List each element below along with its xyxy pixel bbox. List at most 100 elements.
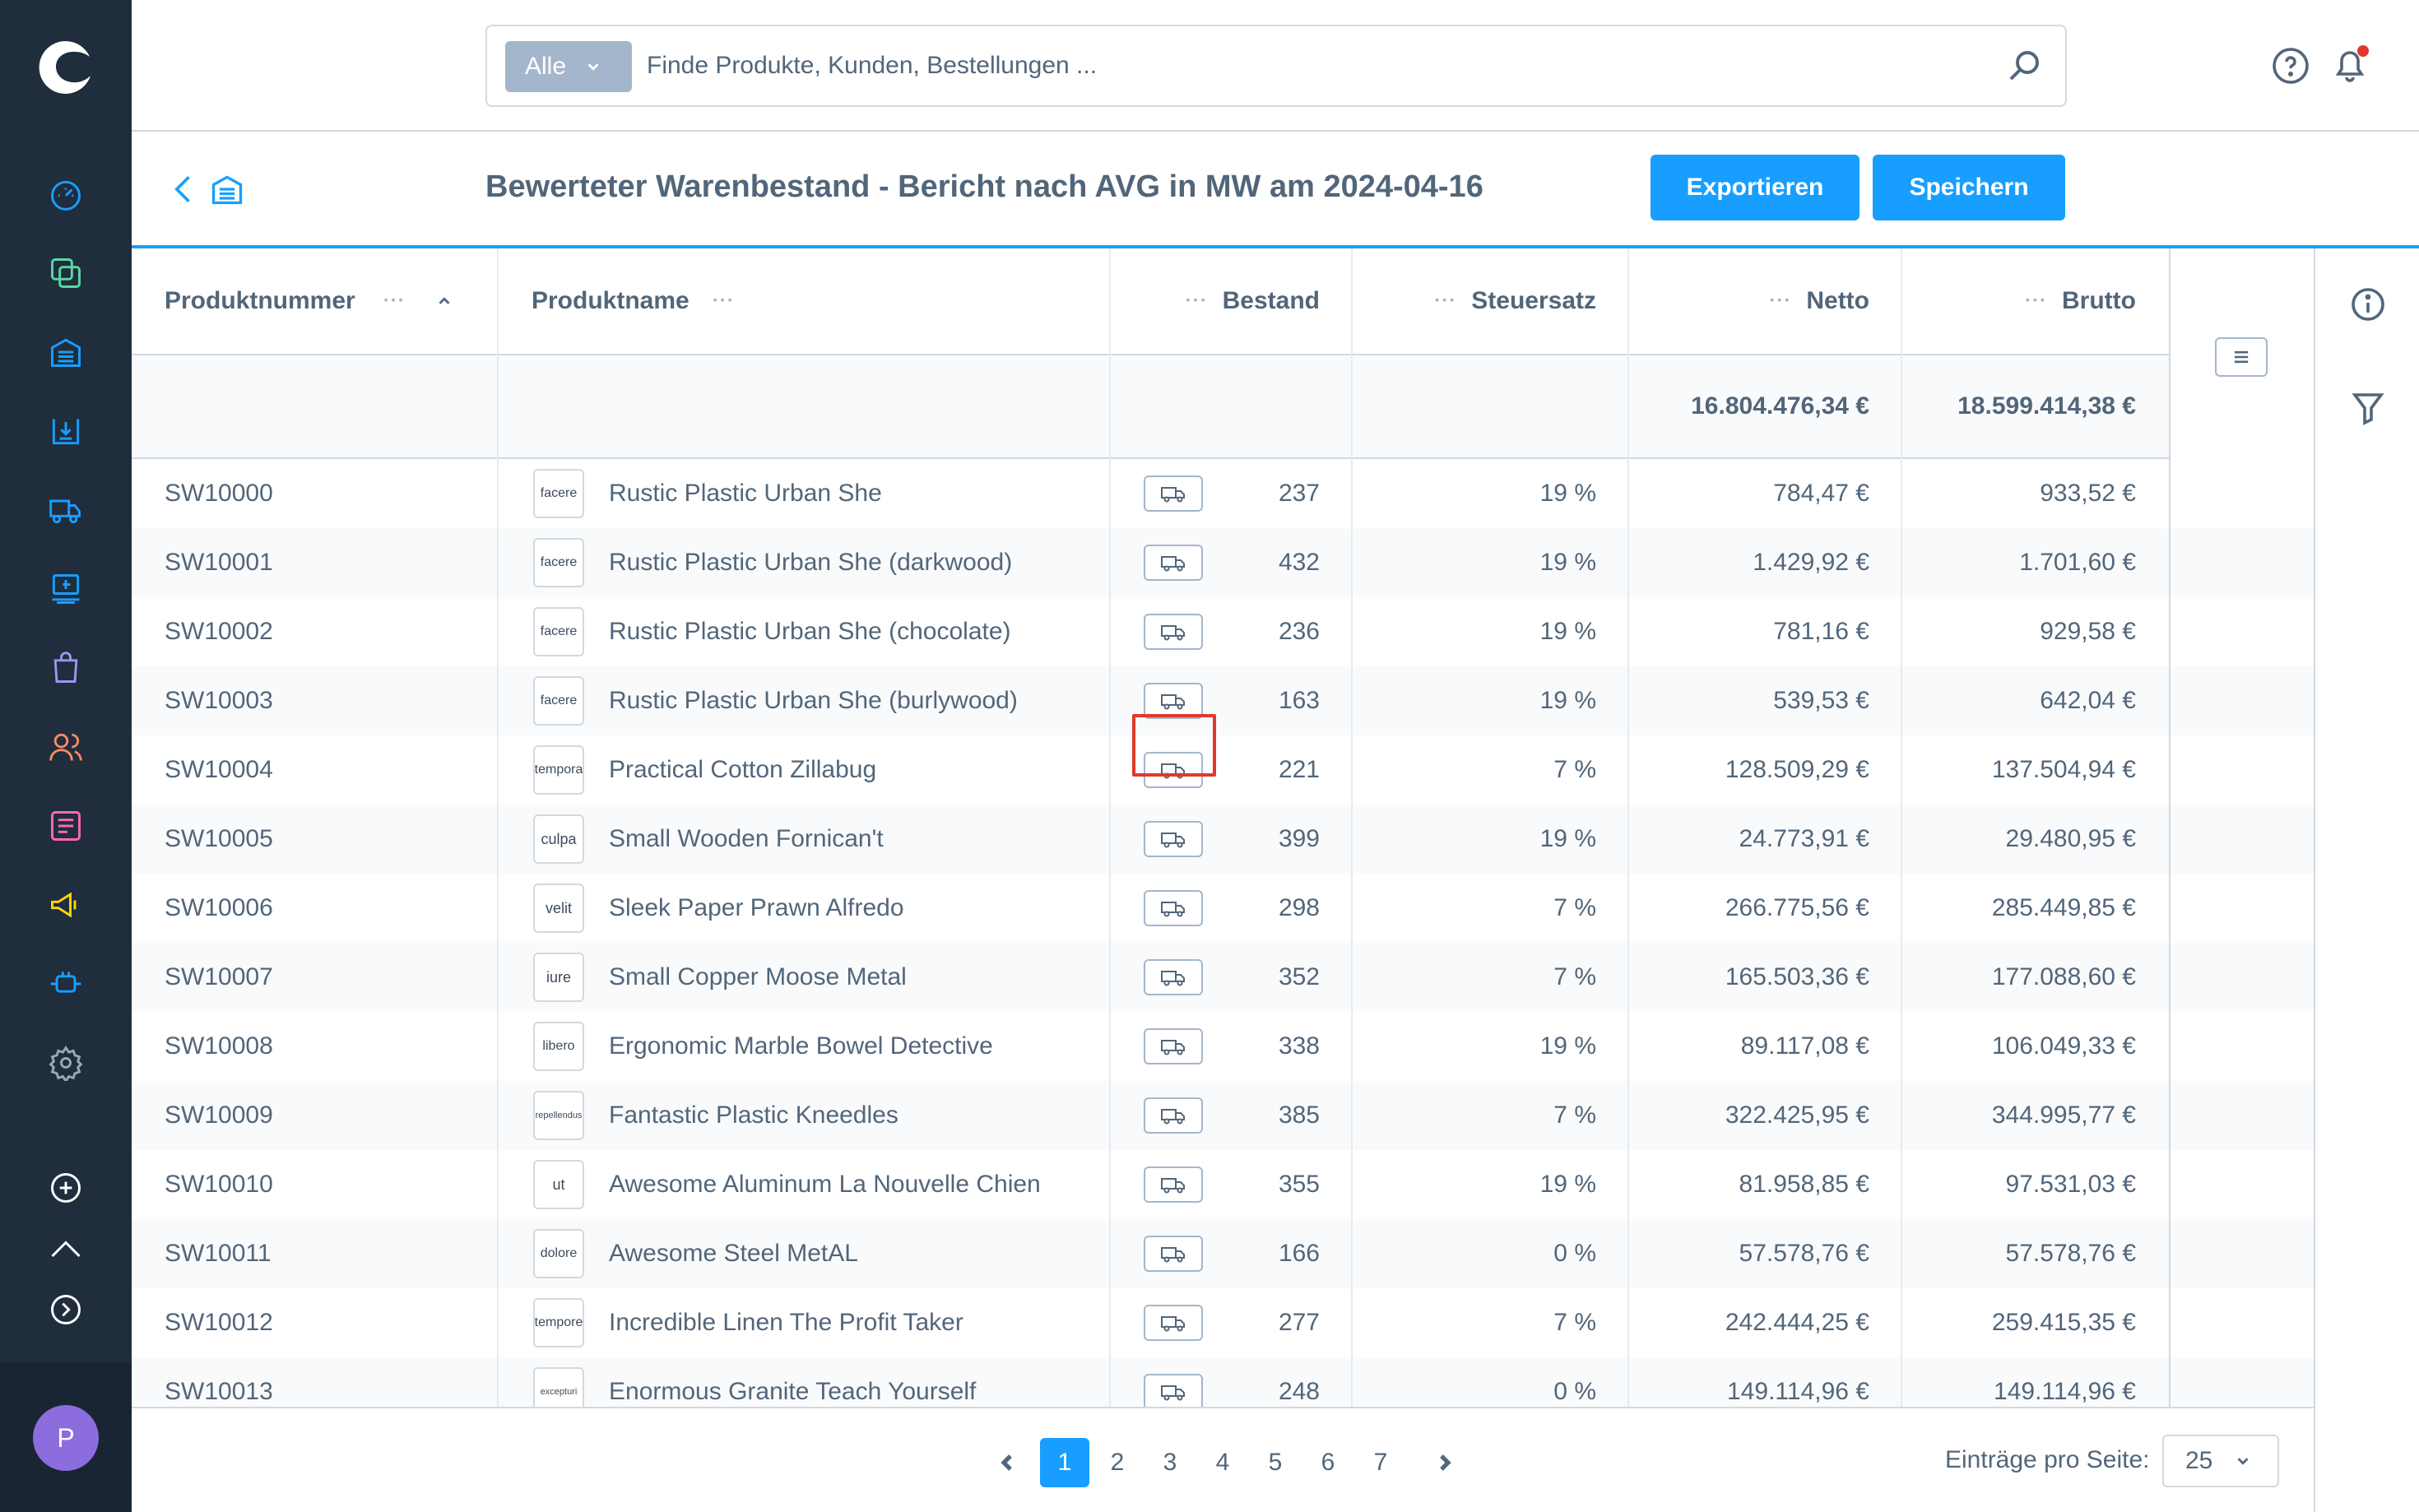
table-row[interactable]: SW10001 facere Rustic Plastic Urban She (d…	[132, 528, 2314, 597]
column-menu-icon[interactable]: ···	[383, 290, 406, 313]
sales-channel-icon[interactable]	[46, 1237, 86, 1257]
settings-icon[interactable]	[46, 1043, 86, 1083]
stock-cell: 385	[1278, 1102, 1320, 1129]
stock-incoming-icon[interactable]	[46, 411, 86, 451]
column-header-product-name[interactable]: Produktname ···	[499, 248, 1111, 355]
catalog-icon[interactable]	[46, 253, 86, 293]
page-button[interactable]: 6	[1303, 1438, 1353, 1487]
stock-cell: 298	[1278, 894, 1320, 921]
column-header-product-number[interactable]: Produktnummer ···	[132, 248, 499, 355]
table-row[interactable]: SW10006 velit Sleek Paper Prawn Alfredo 298…	[132, 874, 2314, 943]
page-button[interactable]: 4	[1198, 1438, 1247, 1487]
previous-page-icon[interactable]	[987, 1438, 1027, 1487]
column-menu-icon[interactable]: ···	[1186, 290, 1208, 313]
stock-movement-button[interactable]	[1144, 890, 1203, 926]
expand-sidebar-icon[interactable]	[46, 1290, 86, 1329]
pos-icon[interactable]	[46, 569, 86, 609]
save-button[interactable]: Speichern	[1873, 155, 2065, 220]
gross-cell: 933,52 €	[2040, 480, 2136, 507]
stock-movement-button[interactable]	[1144, 1374, 1203, 1407]
customers-icon[interactable]	[46, 727, 86, 767]
stock-cell: 352	[1278, 963, 1320, 990]
stock-movement-button[interactable]	[1144, 545, 1203, 581]
user-avatar[interactable]: P	[33, 1405, 99, 1471]
table-row[interactable]: SW10010 ut Awesome Aluminum La Nouvelle Ch…	[132, 1150, 2314, 1219]
next-page-icon[interactable]	[1425, 1438, 1465, 1487]
product-name-cell: Rustic Plastic Urban She (burlywood)	[609, 687, 1018, 714]
page-button[interactable]: 3	[1145, 1438, 1195, 1487]
table-row[interactable]: SW10008 libero Ergonomic Marble Bowel Dete…	[132, 1012, 2314, 1081]
info-icon[interactable]	[2348, 285, 2388, 324]
stock-movement-button[interactable]	[1144, 475, 1203, 512]
table-row[interactable]: SW10007 iure Small Copper Moose Metal 352 7 …	[132, 943, 2314, 1012]
marketing-icon[interactable]	[46, 885, 86, 925]
column-settings-button[interactable]	[2215, 337, 2268, 377]
stock-movement-button[interactable]	[1144, 959, 1203, 995]
stock-movement-button[interactable]	[1144, 1236, 1203, 1272]
column-header-label: Brutto	[2062, 287, 2136, 314]
column-header-stock[interactable]: ··· Bestand	[1111, 248, 1353, 355]
dashboard-icon[interactable]	[46, 174, 86, 214]
column-header-tax-rate[interactable]: ··· Steuersatz	[1353, 248, 1629, 355]
table-row[interactable]: SW10004 tempora Practical Cotton Zillabug 2…	[132, 735, 2314, 805]
page-button[interactable]: 5	[1251, 1438, 1300, 1487]
help-icon[interactable]	[2271, 46, 2310, 86]
product-name-cell: Ergonomic Marble Bowel Detective	[609, 1032, 993, 1060]
truck-icon	[1159, 1243, 1187, 1264]
column-menu-icon[interactable]: ···	[713, 290, 735, 313]
content-icon[interactable]	[46, 806, 86, 846]
sort-ascending-icon[interactable]	[435, 292, 453, 310]
warehouse-icon[interactable]	[46, 332, 86, 372]
stock-movement-button[interactable]	[1144, 1305, 1203, 1341]
table-row[interactable]: SW10002 facere Rustic Plastic Urban She (c…	[132, 597, 2314, 666]
stock-movement-button[interactable]	[1144, 752, 1203, 788]
stock-movement-button[interactable]	[1144, 614, 1203, 650]
table-row[interactable]: SW10000 facere Rustic Plastic Urban She 237…	[132, 459, 2314, 528]
column-menu-icon[interactable]: ···	[1434, 290, 1456, 313]
filter-icon[interactable]	[2348, 388, 2388, 428]
orders-icon[interactable]	[46, 648, 86, 688]
shopware-logo-icon[interactable]	[36, 38, 95, 97]
chevron-down-icon	[2237, 1458, 2249, 1465]
per-page-select[interactable]: 25	[2162, 1435, 2279, 1487]
tax-rate-cell: 19 %	[1539, 825, 1596, 852]
search-icon[interactable]	[2004, 46, 2044, 86]
search-input[interactable]	[647, 39, 1914, 92]
table-row[interactable]: SW10011 dolore Awesome Steel MetAL 166 0 % 57…	[132, 1219, 2314, 1288]
shipping-icon[interactable]	[46, 490, 86, 530]
stock-movement-button[interactable]	[1144, 1028, 1203, 1064]
page-button[interactable]: 1	[1040, 1438, 1089, 1487]
stock-movement-button[interactable]	[1144, 821, 1203, 857]
notification-bell-icon[interactable]	[2330, 43, 2373, 86]
stock-movement-button[interactable]	[1144, 1097, 1203, 1134]
column-header-gross[interactable]: ··· Brutto	[1902, 248, 2169, 355]
add-icon[interactable]	[46, 1168, 86, 1208]
page-button[interactable]: 7	[1356, 1438, 1405, 1487]
page-button[interactable]: 2	[1093, 1438, 1142, 1487]
column-menu-icon[interactable]: ···	[2025, 290, 2047, 313]
tax-rate-cell: 19 %	[1539, 480, 1596, 507]
table-row[interactable]: SW10003 facere Rustic Plastic Urban She (b…	[132, 666, 2314, 735]
search-type-dropdown[interactable]: Alle	[505, 41, 632, 92]
tax-rate-cell: 19 %	[1539, 618, 1596, 645]
gross-cell: 177.088,60 €	[1991, 963, 2136, 990]
gross-cell: 149.114,96 €	[1994, 1378, 2136, 1405]
table-row[interactable]: SW10005 culpa Small Wooden Fornican't 399 19…	[132, 805, 2314, 874]
product-number-cell: SW10013	[165, 1378, 273, 1405]
back-arrow-icon[interactable]	[166, 171, 202, 207]
extensions-icon[interactable]	[46, 964, 86, 1004]
admin-sidebar: P	[0, 0, 132, 1512]
tax-rate-cell: 0 %	[1553, 1240, 1596, 1267]
column-header-net[interactable]: ··· Netto	[1629, 248, 1902, 355]
table-row[interactable]: SW10013 excepturi Enormous Granite Teach Y…	[132, 1357, 2314, 1407]
product-thumbnail: ut	[533, 1160, 584, 1209]
table-row[interactable]: SW10009 repellendus Fantastic Plastic Knee…	[132, 1081, 2314, 1150]
table-row[interactable]: SW10012 tempore Incredible Linen The Profi…	[132, 1288, 2314, 1357]
gross-cell: 259.415,35 €	[1991, 1309, 2136, 1336]
product-thumbnail: velit	[533, 884, 584, 933]
column-menu-icon[interactable]: ···	[1769, 290, 1791, 313]
product-number-cell: SW10006	[165, 894, 273, 921]
stock-movement-button[interactable]	[1144, 683, 1203, 719]
stock-movement-button[interactable]	[1144, 1166, 1203, 1203]
export-button[interactable]: Exportieren	[1651, 155, 1860, 220]
